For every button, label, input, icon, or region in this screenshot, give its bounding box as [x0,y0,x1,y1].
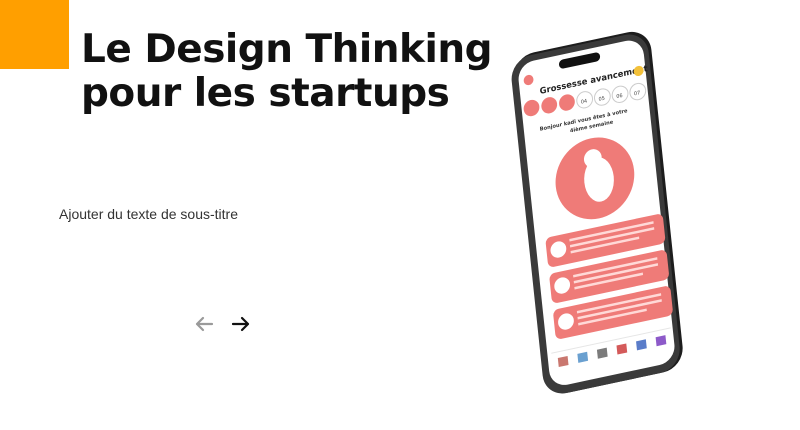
title-line-2: pour les startups [81,71,450,116]
phone-mockup-image: Grossesse avancement 04 05 06 07 Bonjour… [510,28,710,398]
arrow-right-icon [231,316,250,332]
title-line-1: Le Design Thinking [81,27,493,72]
arrow-left-icon [195,316,214,332]
slide-title: Le Design Thinking pour les startups [81,27,493,116]
slide-subtitle[interactable]: Ajouter du texte de sous-titre [59,206,238,222]
phone-mockup: Grossesse avancement 04 05 06 07 Bonjour… [511,31,683,394]
accent-square [0,0,69,69]
next-slide-button[interactable] [229,313,253,335]
previous-slide-button[interactable] [192,313,216,335]
